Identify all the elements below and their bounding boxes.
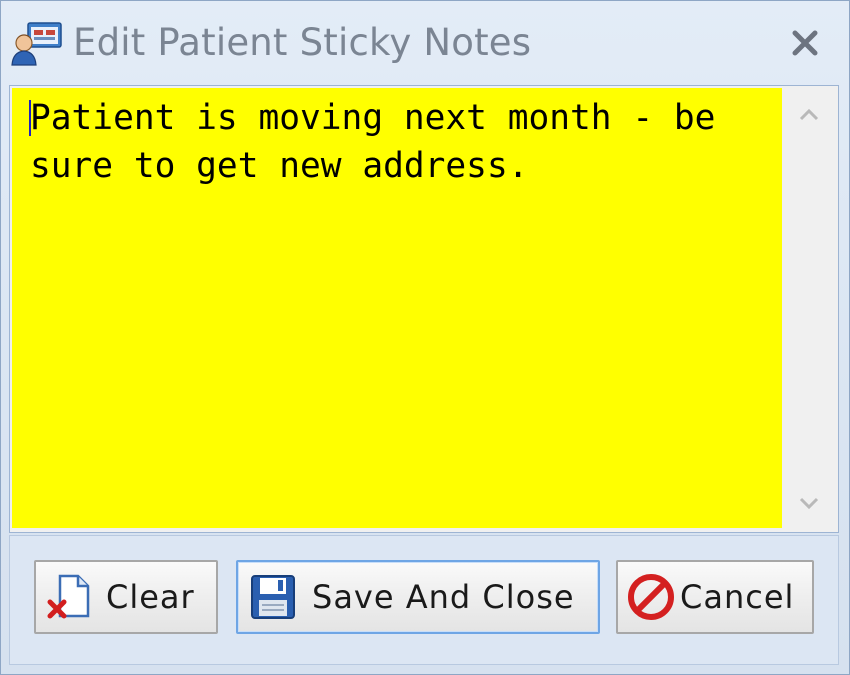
save-and-close-button[interactable]: Save And Close: [236, 560, 600, 634]
scroll-down-icon[interactable]: [794, 488, 824, 518]
note-text[interactable]: Patient is moving next month - be sure t…: [30, 94, 770, 190]
save-button-label: Save And Close: [312, 578, 575, 616]
clear-button[interactable]: Clear: [34, 560, 218, 634]
cancel-button-label: Cancel: [680, 578, 795, 616]
window-title: Edit Patient Sticky Notes: [73, 21, 532, 64]
clear-button-label: Clear: [106, 578, 195, 616]
clear-document-icon: [47, 574, 90, 619]
patient-card-icon: [11, 22, 62, 66]
note-editor: Patient is moving next month - be sure t…: [9, 85, 839, 533]
vertical-scrollbar[interactable]: [782, 88, 836, 528]
floppy-disk-icon: [251, 575, 295, 619]
cancel-icon: [628, 574, 674, 620]
sticky-note-textarea[interactable]: Patient is moving next month - be sure t…: [12, 88, 782, 528]
scroll-up-icon[interactable]: [794, 100, 824, 130]
close-icon[interactable]: [785, 23, 825, 63]
cancel-button[interactable]: Cancel: [616, 560, 814, 634]
button-bar: Clear Save And Close Cancel: [9, 535, 839, 665]
sticky-notes-dialog: Edit Patient Sticky Notes Patient is mov…: [0, 0, 850, 675]
title-bar: Edit Patient Sticky Notes: [1, 1, 849, 85]
